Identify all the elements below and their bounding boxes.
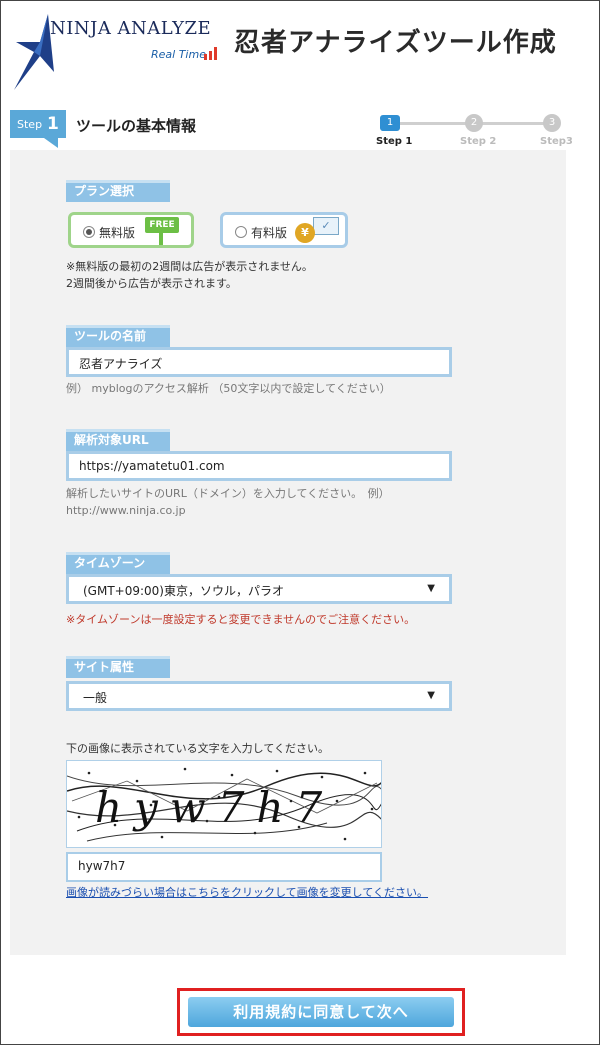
form-panel: プラン選択 無料版 FREE 有料版 ✓ ¥ ※無料版の最初の2週間は広告が表示… — [10, 150, 566, 955]
step-3-indicator: 3 — [543, 114, 561, 132]
target-url-hint-line-2: http://www.ninja.co.jp — [66, 504, 186, 517]
step-tag: Step 1 — [10, 110, 66, 138]
target-url-hint: 解析したいサイトのURL（ドメイン）を入力してください。 例） http://w… — [66, 485, 390, 519]
step-tag-prefix: Step — [17, 118, 43, 131]
plan-note: ※無料版の最初の2週間は広告が表示されません。 2週間後から広告が表示されます。 — [66, 258, 313, 292]
agree-next-button[interactable]: 利用規約に同意して次へ — [188, 997, 454, 1027]
step-title: ツールの基本情報 — [76, 117, 197, 135]
step-1-label: Step 1 — [376, 136, 413, 147]
site-attr-selected-value: 一般 — [83, 691, 108, 705]
plan-section-label: プラン選択 — [66, 180, 170, 202]
dropdown-arrow-icon: ▼ — [427, 583, 435, 594]
site-attr-section-label: サイト属性 — [66, 656, 170, 678]
captcha-image: hyw7h7 — [66, 760, 382, 848]
logo-text: NINJA ANALYZE — [50, 18, 212, 39]
step-2-label: Step 2 — [460, 136, 497, 147]
free-badge-icon: FREE — [145, 217, 179, 233]
tool-name-input[interactable]: 忍者アナライズ — [66, 347, 452, 377]
target-url-input[interactable]: https://yamatetu01.com — [66, 451, 452, 481]
captcha-refresh-link[interactable]: 画像が読みづらい場合はこちらをクリックして画像を変更してください。 — [66, 884, 428, 900]
ninja-analyze-logo[interactable]: NINJA ANALYZE Real Time — [10, 12, 220, 92]
captcha-text: hyw7h7 — [95, 783, 335, 832]
page-title: 忍者アナライズツール作成 — [234, 28, 557, 58]
tool-name-section-label: ツールの名前 — [66, 325, 170, 347]
plan-paid-label: 有料版 — [251, 226, 288, 240]
step-bar: Step 1 ツールの基本情報 1 2 3 Step 1 Step 2 Step… — [10, 110, 573, 150]
timezone-select[interactable]: (GMT+09:00)東京，ソウル，パラオ ▼ — [66, 574, 452, 604]
plan-paid-radio[interactable] — [235, 226, 247, 238]
plan-free-radio[interactable] — [83, 226, 95, 238]
plan-paid-option[interactable]: 有料版 ✓ ¥ — [220, 212, 348, 248]
free-sign-post — [159, 233, 163, 245]
step-tag-number: 1 — [47, 114, 59, 134]
logo-subtext: Real Time — [151, 48, 206, 61]
plan-free-label: 無料版 — [99, 226, 136, 240]
signal-bars-icon — [204, 47, 217, 60]
step-3-label: Step3 — [540, 136, 573, 147]
step-1-indicator: 1 — [380, 115, 400, 131]
tool-name-hint: 例） myblogのアクセス解析 （50文字以内で設定してください） — [66, 382, 391, 395]
timezone-selected-value: (GMT+09:00)東京，ソウル，パラオ — [83, 584, 284, 598]
captcha-input[interactable]: hyw7h7 — [66, 852, 382, 882]
yen-coin-icon: ¥ — [295, 223, 315, 243]
check-mark-icon: ✓ — [313, 217, 339, 235]
step-tag-pointer — [44, 138, 58, 148]
target-url-hint-line-1: 解析したいサイトのURL（ドメイン）を入力してください。 例） — [66, 487, 390, 500]
timezone-warning: ※タイムゾーンは一度設定すると変更できませんのでご注意ください。 — [66, 613, 416, 626]
plan-note-line-1: ※無料版の最初の2週間は広告が表示されません。 — [66, 260, 313, 273]
target-url-section-label: 解析対象URL — [66, 429, 170, 451]
captcha-instruction: 下の画像に表示されている文字を入力してください。 — [66, 742, 330, 755]
site-attr-select[interactable]: 一般 ▼ — [66, 681, 452, 711]
dropdown-arrow-icon: ▼ — [427, 690, 435, 701]
plan-note-line-2: 2週間後から広告が表示されます。 — [66, 277, 237, 290]
plan-free-option[interactable]: 無料版 FREE — [68, 212, 194, 248]
step-2-indicator: 2 — [465, 114, 483, 132]
timezone-section-label: タイムゾーン — [66, 552, 170, 574]
agree-button-highlight: 利用規約に同意して次へ — [177, 988, 465, 1036]
